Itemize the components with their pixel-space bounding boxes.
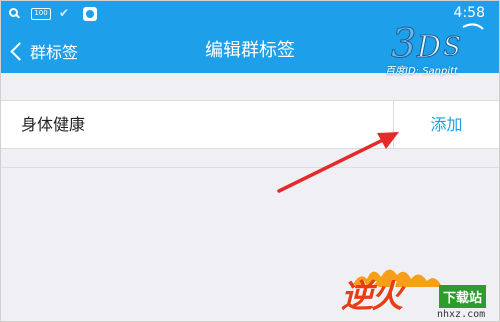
tag-row: 身体健康 添加 xyxy=(1,100,499,149)
add-tag-button[interactable]: 添加 xyxy=(394,101,499,148)
watermark-domain: nhxz.com xyxy=(437,309,486,320)
watermark-3ds-logo: 3 D S xyxy=(391,21,484,68)
watermark-logo-top: 3 D S 百度ID: Sanpitt xyxy=(371,17,489,79)
section-divider xyxy=(1,167,499,168)
svg-text:3: 3 xyxy=(391,21,416,67)
svg-text:S: S xyxy=(443,32,461,62)
svg-text:D: D xyxy=(416,30,441,65)
phone-screen: 100 ✔ 4:58 群标签 编辑群标签 3 D S 百度ID: Sanpitt… xyxy=(0,0,500,322)
notification-box-icon: 100 xyxy=(31,8,51,20)
search-icon xyxy=(9,8,18,17)
watermark-top-text: 百度ID: Sanpitt xyxy=(385,66,458,77)
red-arrow-annotation xyxy=(277,132,399,193)
alarm-app-icon xyxy=(83,7,97,21)
watermark-logo-bottom: 逆火 下载站 nhxz.com xyxy=(337,263,499,321)
check-icon: ✔ xyxy=(59,6,70,20)
tag-name: 身体健康 xyxy=(21,115,86,134)
watermark-badge: 下载站 xyxy=(439,285,487,308)
watermark-bottom-logo: 逆火 xyxy=(341,277,403,315)
